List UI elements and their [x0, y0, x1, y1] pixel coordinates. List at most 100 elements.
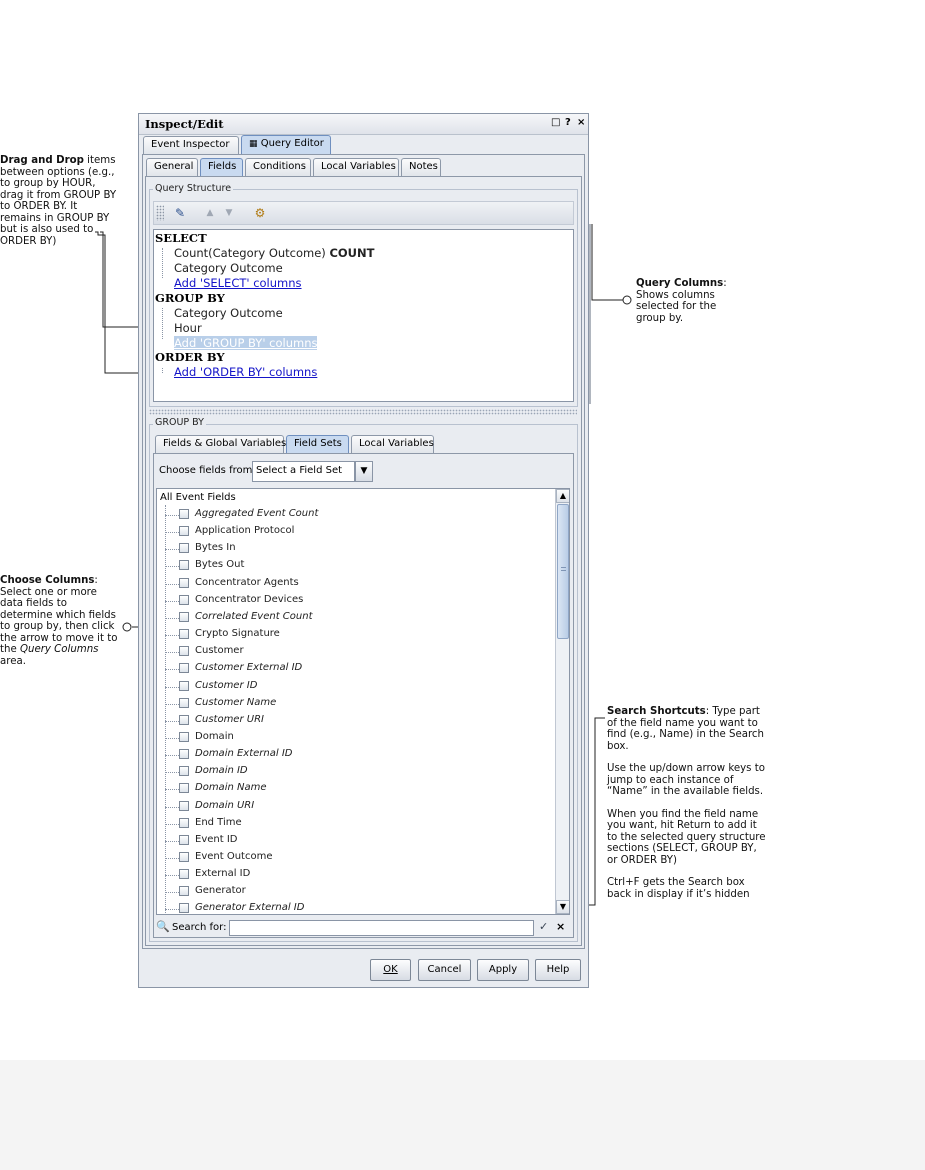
field-checkbox[interactable] — [179, 886, 189, 897]
field-label: Event Outcome — [195, 851, 273, 862]
field-set-select[interactable]: Select a Field Set — [252, 461, 355, 482]
field-label: Domain External ID — [195, 748, 293, 760]
field-checkbox[interactable] — [179, 731, 189, 742]
field-checkbox[interactable] — [179, 611, 189, 622]
field-checkbox[interactable] — [179, 526, 189, 537]
tab-local-variables[interactable]: Local Variables — [313, 158, 399, 176]
query-editor-icon: ▦ — [249, 139, 258, 149]
apply-button[interactable]: Apply — [477, 959, 529, 981]
tab-field-sets[interactable]: Field Sets — [286, 435, 349, 453]
cancel-button[interactable]: Cancel — [418, 959, 471, 981]
scroll-thumb[interactable] — [557, 504, 569, 639]
ok-button[interactable]: OK — [370, 959, 411, 981]
tree-connector — [165, 532, 179, 534]
tree-connector — [165, 720, 179, 722]
field-checkbox[interactable] — [179, 594, 189, 605]
help-button[interactable]: Help — [535, 959, 581, 981]
tree-connector — [165, 892, 179, 894]
field-checkbox[interactable] — [179, 783, 189, 794]
annotation-drag-and-drop: Drag and Drop items between options (e.g… — [0, 155, 117, 247]
field-label: Customer — [195, 645, 244, 657]
tab-group-local-variables[interactable]: Local Variables — [351, 435, 434, 453]
field-label: Customer External ID — [195, 662, 303, 674]
tab-event-inspector[interactable]: Event Inspector — [143, 136, 239, 154]
field-checkbox[interactable] — [179, 646, 189, 657]
window-titlebar: Inspect/Edit □ ? × — [139, 114, 588, 135]
tab-general[interactable]: General — [146, 158, 198, 176]
field-label: Domain — [195, 730, 234, 742]
tab-notes[interactable]: Notes — [401, 158, 441, 176]
field-checkbox[interactable] — [179, 543, 189, 554]
tree-connector — [165, 823, 179, 825]
field-label: Domain ID — [195, 765, 248, 777]
search-close-icon[interactable]: × — [556, 920, 565, 933]
tree-connector — [165, 755, 179, 757]
field-label: Domain URI — [195, 799, 255, 811]
scroll-up-icon[interactable]: ▲ — [556, 489, 569, 503]
splitter[interactable] — [149, 409, 577, 415]
tree-connector — [165, 600, 179, 602]
annotation-choose-columns: Choose Columns: Select one or more data … — [0, 575, 118, 667]
tab-query-editor[interactable]: ▦ Query Editor — [241, 135, 331, 154]
select-item-category-outcome[interactable]: Category Outcome — [174, 261, 283, 275]
field-label: Bytes Out — [195, 559, 245, 571]
tree-connector — [165, 515, 179, 516]
field-checkbox[interactable] — [179, 817, 189, 828]
chevron-down-icon[interactable]: ▼ — [355, 461, 373, 482]
tab-conditions[interactable]: Conditions — [245, 158, 311, 176]
toolbar-grip — [156, 205, 164, 221]
field-label: Customer ID — [195, 679, 258, 691]
tree-connector — [165, 549, 179, 551]
group-by-item-category-outcome[interactable]: Category Outcome — [174, 306, 283, 320]
field-checkbox[interactable] — [179, 509, 189, 519]
field-checkbox[interactable] — [179, 800, 189, 811]
add-select-columns-link[interactable]: Add 'SELECT' columns — [174, 276, 302, 290]
up-arrow-icon[interactable]: ▲ — [201, 204, 219, 222]
inspect-edit-window: Inspect/Edit □ ? × Event Inspector ▦ Que… — [138, 113, 589, 988]
restore-icon[interactable]: □ — [551, 117, 560, 128]
tree-connector — [165, 703, 179, 705]
tab-fields[interactable]: Fields — [200, 158, 243, 176]
field-checkbox[interactable] — [179, 714, 189, 725]
annotation-query-columns: Query Columns: Shows columns selected fo… — [636, 278, 727, 324]
search-label: Search for: — [172, 922, 227, 933]
tree-connector — [165, 875, 179, 877]
fields-icon[interactable]: ⚙ — [251, 204, 269, 222]
select-item-count[interactable]: Count(Category Outcome) COUNT — [174, 246, 374, 260]
field-checkbox[interactable] — [179, 697, 189, 708]
tree-connector — [165, 806, 179, 808]
order-by-heading: ORDER BY — [155, 350, 225, 364]
field-checkbox[interactable] — [179, 680, 189, 691]
field-label: Correlated Event Count — [195, 610, 313, 622]
tree-connector — [165, 635, 179, 637]
group-by-item-hour[interactable]: Hour — [174, 321, 202, 335]
field-label: Application Protocol — [195, 525, 295, 537]
close-icon[interactable]: × — [577, 117, 585, 128]
field-checkbox[interactable] — [179, 852, 189, 862]
search-accept-icon[interactable]: ✓ — [539, 920, 548, 933]
field-list: All Event Fields Aggregated Event Count A… — [156, 488, 570, 915]
tab-fields-global-variables[interactable]: Fields & Global Variables — [155, 435, 286, 453]
field-checkbox[interactable] — [179, 903, 189, 914]
field-checkbox[interactable] — [179, 869, 189, 880]
field-checkbox[interactable] — [179, 766, 189, 777]
tree-connector — [165, 617, 179, 619]
scroll-down-icon[interactable]: ▼ — [556, 900, 569, 914]
field-label: Generator External ID — [195, 902, 305, 914]
field-checkbox[interactable] — [179, 834, 189, 845]
field-checkbox[interactable] — [179, 749, 189, 760]
field-checkbox[interactable] — [179, 560, 189, 571]
field-list-scrollbar[interactable]: ▲ ▼ — [555, 489, 569, 914]
add-group-by-columns-link[interactable]: Add 'GROUP BY' columns — [174, 336, 318, 350]
field-checkbox[interactable] — [179, 629, 189, 640]
help-icon[interactable]: ? — [565, 117, 571, 128]
add-order-by-columns-link[interactable]: Add 'ORDER BY' columns — [174, 365, 317, 379]
search-input[interactable] — [229, 920, 534, 936]
field-label: Event ID — [195, 833, 238, 845]
field-checkbox[interactable] — [179, 663, 189, 674]
edit-icon[interactable]: ✎ — [171, 204, 189, 222]
field-checkbox[interactable] — [179, 577, 189, 588]
field-label: Customer Name — [195, 696, 277, 708]
down-arrow-icon[interactable]: ▼ — [220, 204, 238, 222]
tree-connector — [165, 652, 179, 654]
